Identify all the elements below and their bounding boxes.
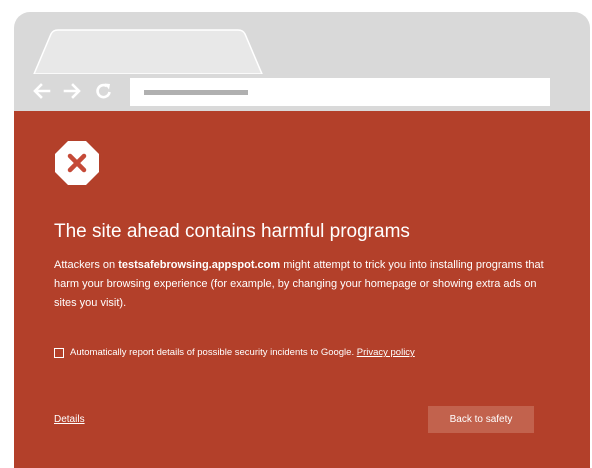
browser-tab[interactable]: [14, 12, 590, 74]
browser-window: The site ahead contains harmful programs…: [14, 12, 590, 468]
report-label-text: Automatically report details of possible…: [70, 347, 357, 358]
browser-toolbar: [14, 73, 590, 111]
page-title: The site ahead contains harmful programs: [54, 221, 410, 242]
site-name: testsafebrowsing.appspot.com: [118, 259, 281, 271]
close-icon: [55, 141, 99, 185]
report-option: Automatically report details of possible…: [54, 347, 415, 358]
back-to-safety-button[interactable]: Back to safety: [428, 406, 534, 433]
privacy-policy-link[interactable]: Privacy policy: [357, 347, 415, 358]
url-placeholder-bar: [144, 90, 248, 95]
arrow-right-icon[interactable]: [60, 79, 84, 103]
message-prefix: Attackers on: [54, 259, 119, 271]
address-bar[interactable]: [130, 78, 550, 106]
details-link[interactable]: Details: [54, 414, 85, 425]
report-label: Automatically report details of possible…: [70, 347, 415, 358]
screenshot-stage: The site ahead contains harmful programs…: [0, 0, 592, 468]
reload-icon[interactable]: [92, 79, 116, 103]
malware-interstitial: The site ahead contains harmful programs…: [14, 111, 590, 468]
warning-message: Attackers on testsafebrowsing.appspot.co…: [54, 256, 546, 313]
arrow-left-icon[interactable]: [30, 79, 54, 103]
report-checkbox[interactable]: [54, 347, 64, 358]
